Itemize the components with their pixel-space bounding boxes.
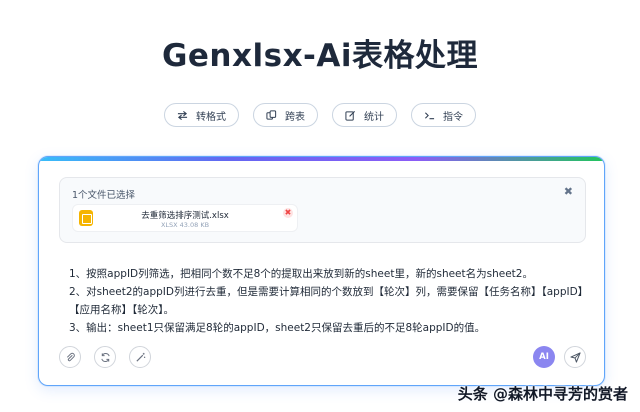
mode-button-command[interactable]: 指令	[411, 103, 476, 127]
mode-label: 跨表	[285, 111, 305, 123]
send-button[interactable]	[564, 346, 586, 368]
file-meta: XLSX 43.08 KB	[160, 221, 210, 229]
refresh-button[interactable]	[94, 346, 116, 368]
instruction-line: 2、对sheet2的appID列进行去重，但是需要计算相同的个数放到【轮次】列，…	[69, 286, 589, 316]
ai-button[interactable]: AI	[533, 346, 555, 368]
send-icon	[569, 351, 581, 363]
close-icon[interactable]: ✖	[564, 185, 573, 198]
mode-selector: 转格式 跨表 统计 指令	[0, 103, 640, 127]
chat-input-panel: 1个文件已选择 ✖ 去重筛选排序测试.xlsx XLSX 43.08 KB ✖ …	[38, 156, 605, 386]
attach-button[interactable]	[59, 346, 81, 368]
mode-button-convert-format[interactable]: 转格式	[164, 103, 239, 127]
page-title: Genxlsx-Ai表格处理	[161, 38, 479, 74]
instruction-line: 1、按照appID列筛选，把相同个数不足8个的提取出来放到新的sheet里，新的…	[69, 268, 533, 280]
instruction-textarea[interactable]: 1、按照appID列筛选，把相同个数不足8个的提取出来放到新的sheet里，新的…	[69, 265, 589, 337]
mode-label: 统计	[364, 111, 384, 123]
edit-icon	[345, 110, 356, 121]
mode-button-statistics[interactable]: 统计	[332, 103, 397, 127]
mode-label: 指令	[443, 111, 463, 123]
remove-file-icon[interactable]: ✖	[283, 208, 293, 218]
refresh-icon	[100, 352, 110, 362]
paperclip-icon	[66, 352, 75, 361]
swap-arrows-icon	[177, 110, 188, 120]
file-card[interactable]: 去重筛选排序测试.xlsx XLSX 43.08 KB ✖	[72, 204, 298, 232]
mode-button-cross-sheet[interactable]: 跨表	[253, 103, 318, 127]
watermark: 头条 @森林中寻芳的赏者	[457, 385, 628, 403]
magic-button[interactable]	[129, 346, 151, 368]
selected-files-area: 1个文件已选择 ✖ 去重筛选排序测试.xlsx XLSX 43.08 KB ✖	[59, 177, 586, 243]
gradient-accent-bar	[39, 157, 604, 161]
magic-wand-icon	[135, 352, 145, 362]
mode-label: 转格式	[196, 111, 226, 123]
instruction-line: 3、输出：sheet1只保留满足8轮的appID，sheet2只保留去重后的不足…	[69, 322, 486, 334]
copy-sheets-icon	[266, 109, 277, 120]
file-name: 去重筛选排序测试.xlsx	[141, 211, 229, 221]
files-selected-count: 1个文件已选择	[72, 190, 136, 201]
terminal-icon	[424, 111, 435, 119]
